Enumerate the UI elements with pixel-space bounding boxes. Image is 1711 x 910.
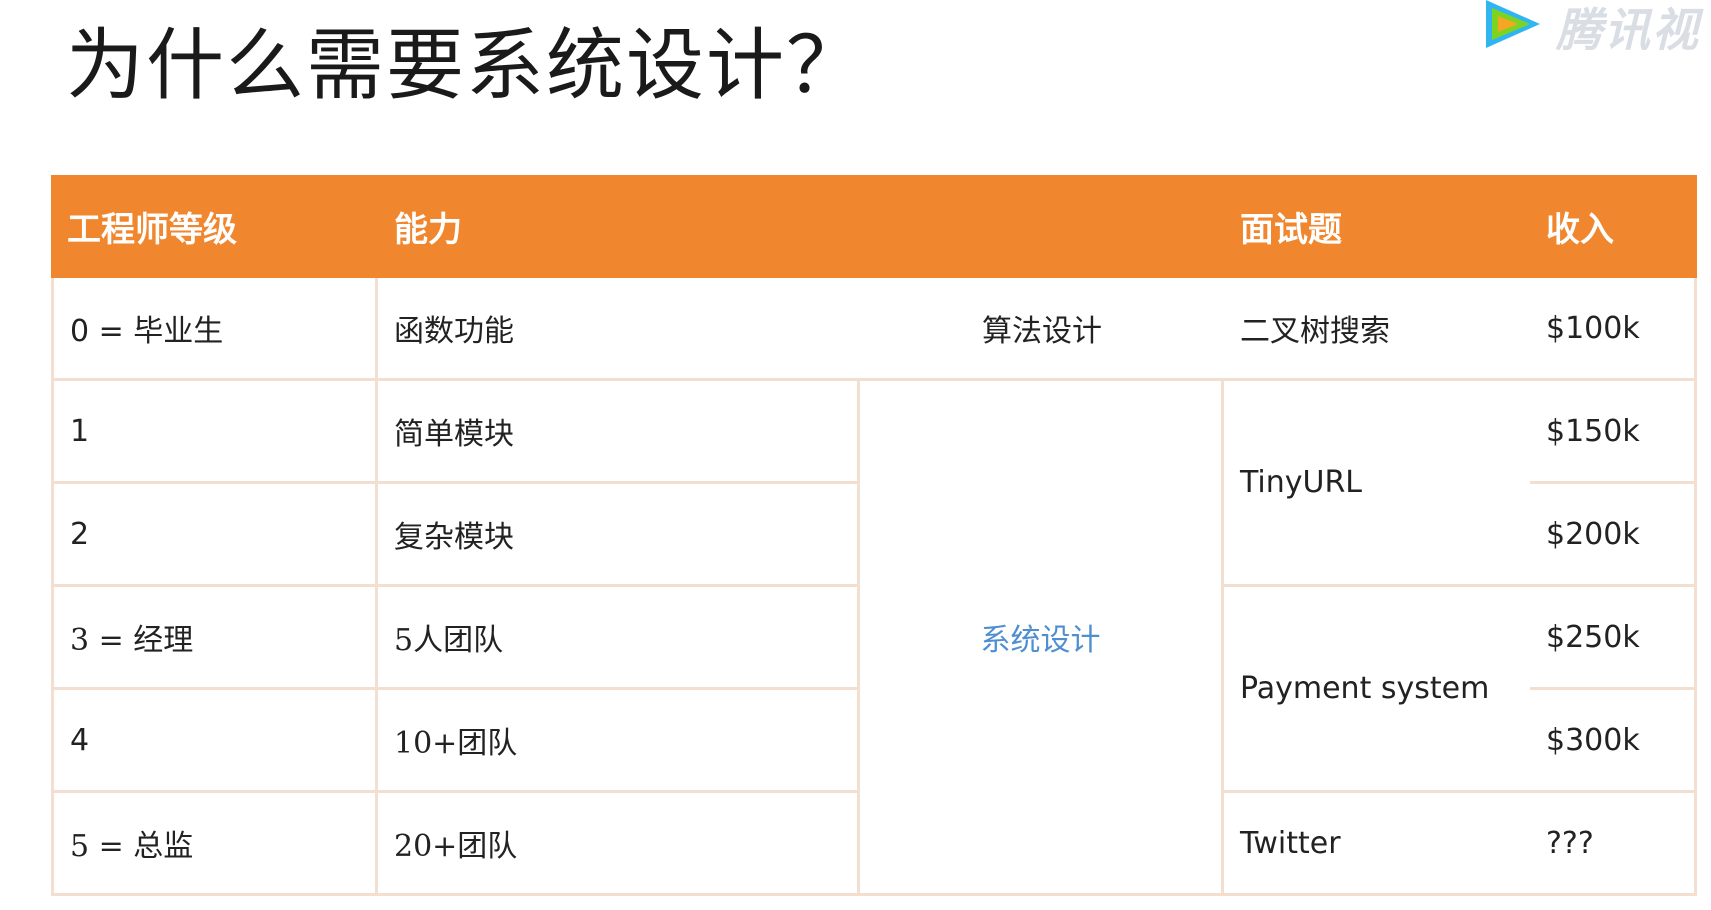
cell-question-tinyurl: TinyURL (1224, 381, 1530, 587)
cell-income: $250k (1530, 587, 1694, 690)
cell-ability: 复杂模块 (378, 484, 860, 587)
cell-level: 1 (51, 381, 378, 484)
income-pair-tinyurl: $150k $200k (1530, 381, 1697, 587)
header-ability: 能力 (378, 175, 860, 278)
cell-category-algorithm: 算法设计 (860, 278, 1224, 381)
cell-question-twitter: Twitter (1224, 793, 1530, 896)
tencent-video-watermark: 腾讯视 (1478, 0, 1711, 50)
header-category (860, 175, 1224, 278)
tencent-video-play-icon (1486, 0, 1540, 48)
cell-income: ??? (1530, 793, 1697, 896)
cell-ability: 简单模块 (378, 381, 860, 484)
engineer-level-table: 工程师等级 能力 面试题 收入 0 = 毕业生 函数功能 算法设计 二叉树搜索 … (51, 175, 1697, 901)
cell-income: $150k (1530, 381, 1694, 484)
cell-income: $300k (1546, 722, 1640, 758)
cell-income: $200k (1546, 516, 1640, 552)
header-income: 收入 (1530, 175, 1697, 278)
income-pair-payment: $250k $300k (1530, 587, 1697, 793)
cell-level: 2 (51, 484, 378, 587)
cell-question-payment: Payment system (1224, 587, 1530, 793)
cell-ability: 函数功能 (378, 278, 860, 381)
watermark-text: 腾讯视 (1556, 3, 1700, 50)
cell-question: 二叉树搜索 (1224, 278, 1530, 381)
cell-level: 5 = 总监 (51, 793, 378, 896)
cell-ability: 20+团队 (378, 793, 860, 896)
cell-level: 0 = 毕业生 (51, 278, 378, 381)
header-level: 工程师等级 (51, 175, 378, 278)
cell-ability: 10+团队 (378, 690, 860, 793)
cell-level: 3 = 经理 (51, 587, 378, 690)
page-title: 为什么需要系统设计？ (66, 21, 867, 111)
header-question: 面试题 (1224, 175, 1530, 278)
cell-income: $100k (1530, 278, 1697, 381)
cell-ability: 5人团队 (378, 587, 860, 690)
cell-category-system-design: 系统设计 (860, 381, 1224, 896)
cell-level: 4 (51, 690, 378, 793)
